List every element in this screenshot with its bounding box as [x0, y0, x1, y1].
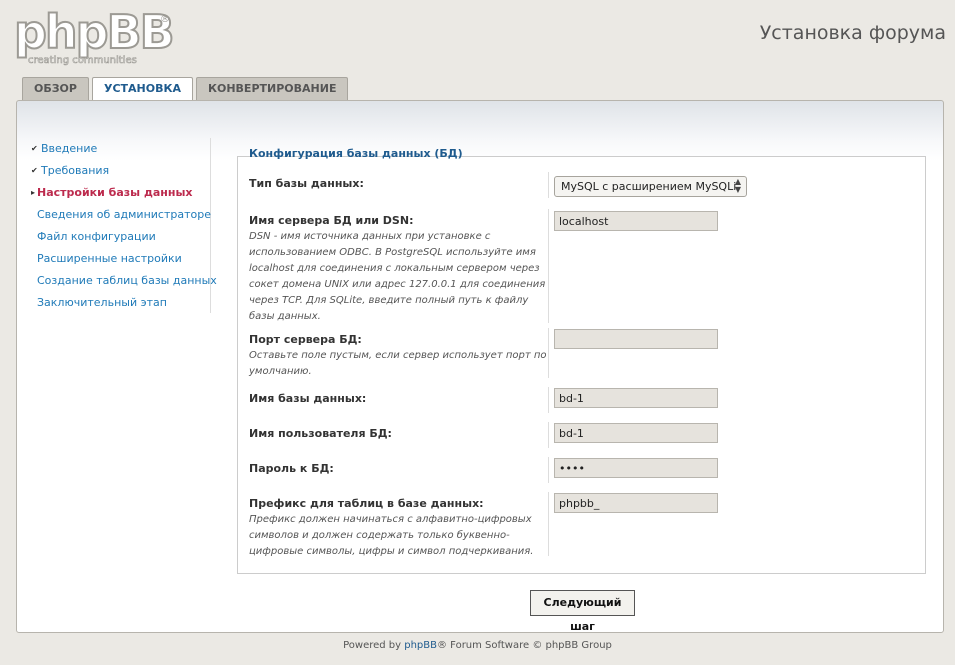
- table-prefix-help: Префикс должен начинаться с алфавитно-ци…: [249, 514, 534, 557]
- sidebar-item-label: Требования: [41, 164, 110, 177]
- database-type-select[interactable]: MySQL с расширением MySQLi ▲ ▼: [554, 176, 747, 197]
- sidebar-item-database-settings[interactable]: ▸ Настройки базы данных: [29, 182, 210, 204]
- sidebar-item-admin-details[interactable]: Сведения об администраторе: [29, 204, 211, 226]
- sidebar-item-label: Введение: [41, 142, 98, 155]
- row-divider: [548, 457, 549, 483]
- row-divider: [548, 172, 549, 198]
- tab-overview[interactable]: ОБЗОР: [22, 77, 89, 100]
- next-step-button[interactable]: Следующий шаг: [530, 590, 635, 633]
- row-divider: [548, 422, 549, 448]
- row-divider: [548, 209, 549, 323]
- svg-text:creating communities: creating communities: [28, 55, 137, 66]
- sidebar-item-label: Расширенные настройки: [37, 252, 182, 265]
- current-step-arrow-icon: ▸: [31, 188, 36, 197]
- dbpasswd-label: Пароль к БД:: [249, 462, 334, 475]
- completed-step-icon: ✔: [31, 166, 38, 175]
- sidebar-item-advanced-settings[interactable]: Расширенные настройки: [29, 248, 210, 270]
- main-panel: ✔ Введение ✔ Требования ▸ Настройки базы…: [16, 100, 944, 633]
- main-tabs: ОБЗОР УСТАНОВКА КОНВЕРТИРОВАНИЕ: [22, 77, 349, 101]
- row-divider: [548, 328, 549, 378]
- sidebar-item-create-tables[interactable]: Создание таблиц базы данных: [29, 270, 217, 292]
- dbname-input[interactable]: bd-1: [554, 388, 718, 408]
- dbport-help: Оставьте поле пустым, если сервер исполь…: [249, 350, 547, 377]
- page-title: Установка форума: [759, 22, 946, 44]
- fieldset-legend: Конфигурация базы данных (БД): [249, 147, 463, 160]
- dbport-label: Порт сервера БД: Оставьте поле пустым, е…: [249, 333, 547, 377]
- row-divider: [548, 492, 549, 556]
- phpbb-link[interactable]: phpBB: [404, 640, 437, 651]
- sidebar-item-intro[interactable]: ✔ Введение: [29, 138, 210, 160]
- completed-step-icon: ✔: [31, 144, 38, 153]
- footer: Powered by phpBB® Forum Software © phpBB…: [0, 640, 955, 651]
- dbuser-label: Имя пользователя БД:: [249, 427, 392, 440]
- dbhost-label: Имя сервера БД или DSN: DSN - имя источн…: [249, 214, 546, 322]
- dbuser-input[interactable]: bd-1: [554, 423, 718, 443]
- table-prefix-input[interactable]: phpbb_: [554, 493, 718, 513]
- select-arrows-icon: ▲ ▼: [734, 177, 741, 194]
- database-config-fieldset: Тип базы данных: MySQL с расширением MyS…: [237, 156, 926, 574]
- svg-text:®: ®: [160, 14, 170, 25]
- sidebar-item-label: Сведения об администраторе: [37, 208, 211, 221]
- database-type-value: MySQL с расширением MySQLi: [561, 180, 737, 193]
- sidebar-item-requirements[interactable]: ✔ Требования: [29, 160, 210, 182]
- dbms-label: Тип базы данных:: [249, 177, 364, 190]
- tab-install[interactable]: УСТАНОВКА: [91, 77, 193, 101]
- sidebar-item-label: Файл конфигурации: [37, 230, 156, 243]
- row-divider: [548, 387, 549, 413]
- sidebar-item-label: Заключительный этап: [37, 296, 167, 309]
- footer-prefix: Powered by: [343, 640, 405, 651]
- footer-suffix: ® Forum Software © phpBB Group: [437, 640, 612, 651]
- sidebar-item-label: Создание таблиц базы данных: [37, 274, 217, 287]
- dbpasswd-input[interactable]: ••••: [554, 458, 718, 478]
- sidebar-item-final-stage[interactable]: Заключительный этап: [29, 292, 210, 314]
- sidebar-item-label: Настройки базы данных: [37, 186, 193, 199]
- dbhost-help: DSN - имя источника данных при установке…: [249, 231, 546, 322]
- tab-convert[interactable]: КОНВЕРТИРОВАНИЕ: [196, 77, 349, 100]
- dbhost-input[interactable]: localhost: [554, 211, 718, 231]
- dbname-label: Имя базы данных:: [249, 392, 367, 405]
- install-steps-sidebar: ✔ Введение ✔ Требования ▸ Настройки базы…: [29, 138, 217, 314]
- phpbb-logo[interactable]: phpBB ® creating communities: [13, 4, 176, 66]
- phpbb-logo-graphic: phpBB ® creating communities: [13, 4, 176, 66]
- dbport-input[interactable]: [554, 329, 718, 349]
- svg-text:phpBB: phpBB: [14, 8, 173, 59]
- table-prefix-label: Префикс для таблиц в базе данных: Префик…: [249, 497, 534, 557]
- sidebar-item-config-file[interactable]: Файл конфигурации: [29, 226, 210, 248]
